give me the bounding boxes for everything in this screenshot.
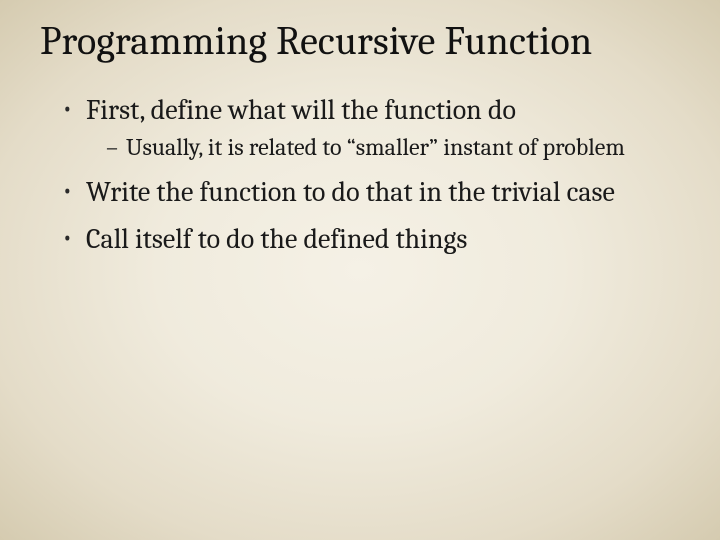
list-item: Write the function to do that in the tri…	[62, 176, 680, 209]
bullet-text: Usually, it is related to “smaller” inst…	[126, 133, 625, 161]
bullet-list: First, define what will the function do …	[62, 94, 680, 256]
slide: Programming Recursive Function First, de…	[0, 0, 720, 540]
bullet-text: Call itself to do the defined things	[86, 223, 467, 255]
list-item: First, define what will the function do …	[62, 94, 680, 162]
list-item: Usually, it is related to “smaller” inst…	[106, 133, 680, 162]
bullet-text: First, define what will the function do	[86, 94, 516, 126]
list-item: Call itself to do the defined things	[62, 223, 680, 256]
slide-title: Programming Recursive Function	[40, 18, 680, 64]
bullet-text: Write the function to do that in the tri…	[86, 176, 615, 208]
sub-list: Usually, it is related to “smaller” inst…	[106, 133, 680, 162]
